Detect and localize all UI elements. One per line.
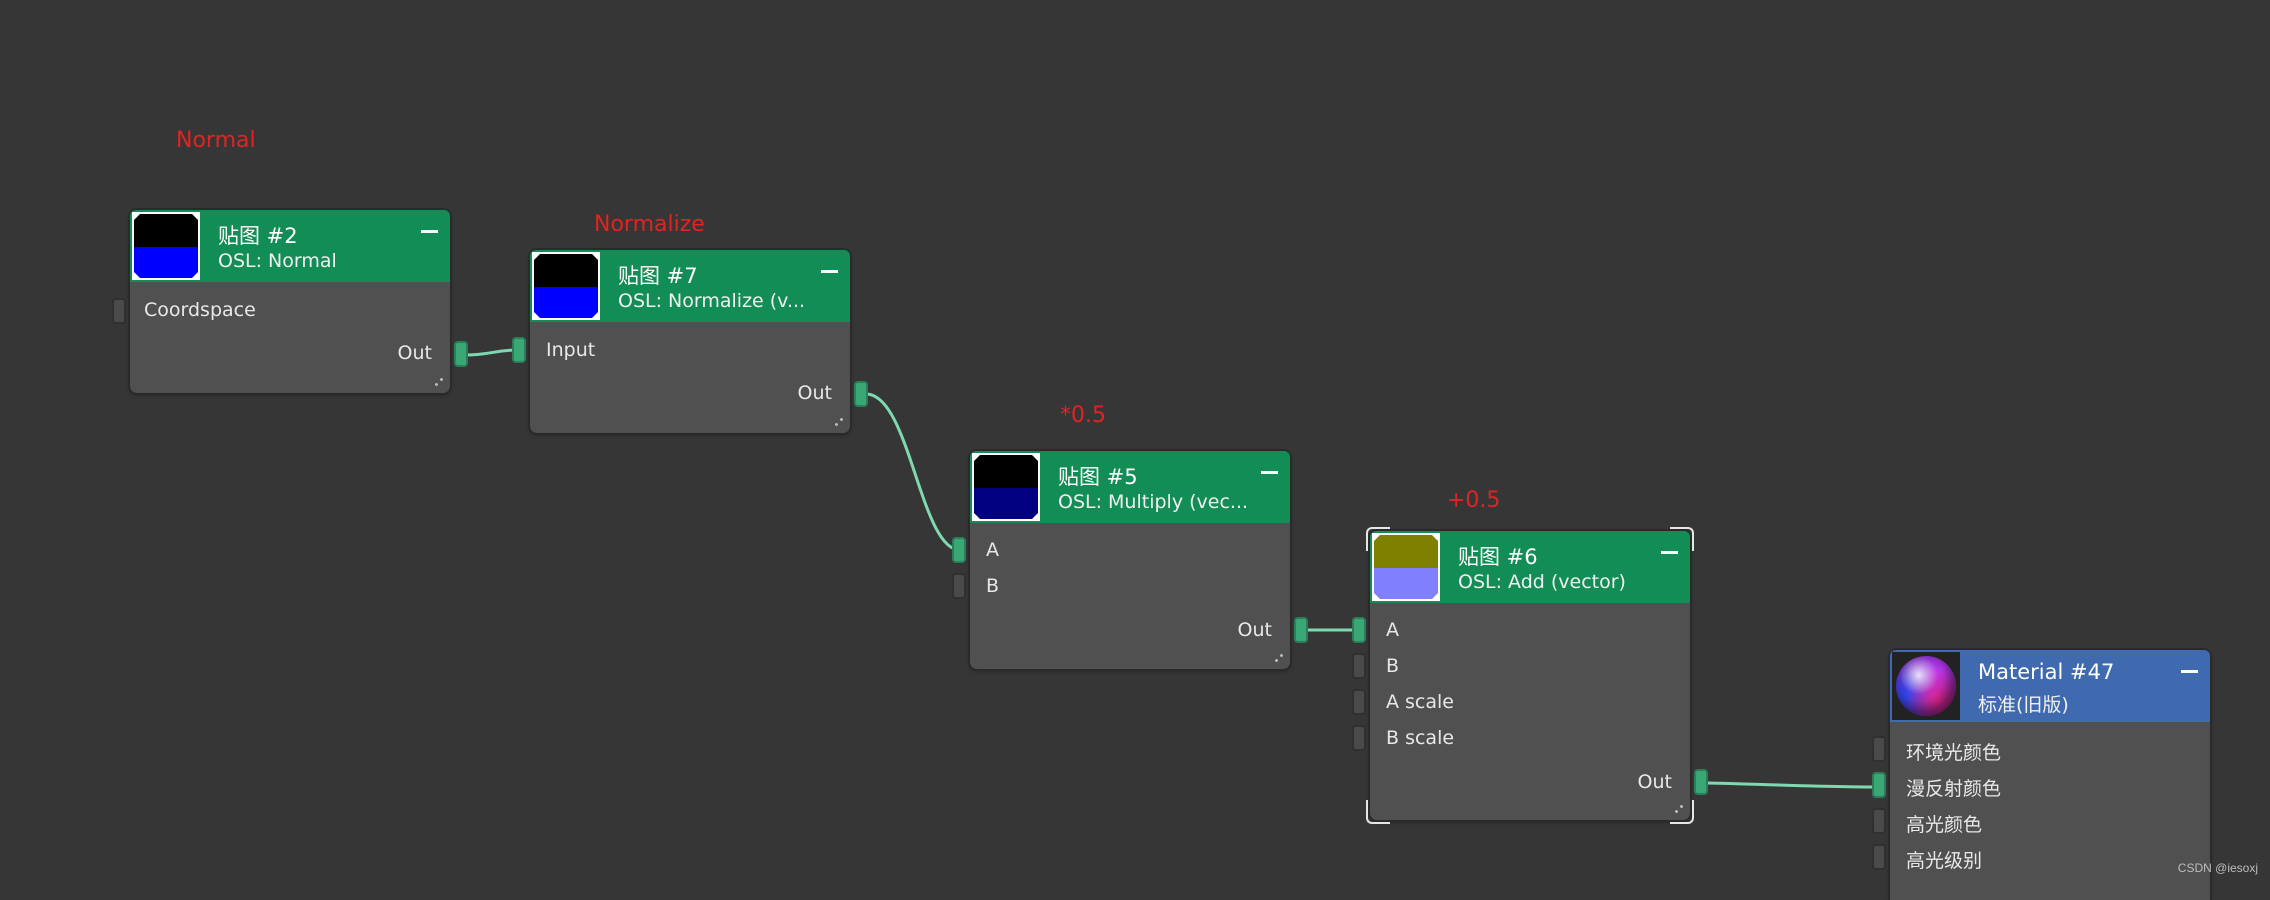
selection-corner — [1670, 800, 1694, 824]
node-map-5[interactable]: 贴图 #5 OSL: Multiply (vec... A B Out — [952, 451, 1308, 669]
wire-map2-to-map7 — [464, 348, 519, 357]
collapse-icon[interactable] — [1261, 471, 1278, 474]
node-header[interactable]: 贴图 #2 OSL: Normal — [130, 210, 450, 282]
output-label-out: Out — [797, 382, 832, 404]
output-port-out[interactable] — [854, 381, 868, 407]
node-subtitle: OSL: Normalize (v... — [618, 290, 806, 312]
node-thumbnail — [972, 453, 1040, 521]
selection-corner — [1366, 800, 1390, 824]
resize-grip-icon[interactable] — [1274, 653, 1284, 663]
input-label-b: B — [986, 575, 1000, 597]
node-title: 贴图 #2 — [218, 224, 298, 248]
input-port-a[interactable] — [1352, 617, 1366, 643]
output-label-out: Out — [1637, 771, 1672, 793]
node-header[interactable]: 贴图 #6 OSL: Add (vector) — [1370, 531, 1690, 603]
input-label-a: A — [986, 539, 999, 561]
input-label-b: B — [1386, 655, 1400, 677]
input-port-ambient-color[interactable] — [1872, 736, 1886, 762]
selection-corner — [1366, 527, 1390, 551]
material-sphere-icon — [1896, 656, 1956, 716]
input-port-b[interactable] — [952, 573, 966, 599]
output-label-out: Out — [1237, 619, 1272, 641]
node-map-6[interactable]: 贴图 #6 OSL: Add (vector) A B A scale B sc… — [1352, 527, 1708, 824]
input-label-input: Input — [546, 339, 596, 361]
node-subtitle: OSL: Normal — [218, 250, 337, 272]
input-label-specular-level: 高光级别 — [1906, 850, 1983, 872]
input-port-a[interactable] — [952, 537, 966, 563]
watermark: CSDN @iesoxj — [2177, 861, 2258, 875]
node-subtitle: OSL: Add (vector) — [1458, 571, 1626, 593]
collapse-icon[interactable] — [421, 230, 438, 233]
output-label-out: Out — [397, 342, 432, 364]
input-label-specular-color: 高光颜色 — [1906, 814, 1983, 836]
node-header[interactable]: Material #47 标准(旧版) — [1890, 650, 2210, 722]
node-header[interactable]: 贴图 #7 OSL: Normalize (v... — [530, 250, 850, 322]
input-port-b-scale[interactable] — [1352, 725, 1366, 751]
selection-corner — [1670, 527, 1694, 551]
collapse-icon[interactable] — [2181, 670, 2198, 673]
input-label-b-scale: B scale — [1386, 727, 1455, 749]
collapse-icon[interactable] — [821, 270, 838, 273]
output-port-out[interactable] — [1294, 617, 1308, 643]
node-header[interactable]: 贴图 #5 OSL: Multiply (vec... — [970, 451, 1290, 523]
node-map-7[interactable]: 贴图 #7 OSL: Normalize (v... Input Out — [512, 250, 868, 433]
input-port-specular-level[interactable] — [1872, 844, 1886, 870]
input-label-diffuse-color: 漫反射颜色 — [1906, 778, 2002, 800]
output-port-out[interactable] — [1694, 769, 1708, 795]
node-title: 贴图 #7 — [618, 264, 698, 288]
wire-map7-to-map5 — [865, 392, 961, 552]
input-label-a: A — [1386, 619, 1399, 641]
input-port-specular-color[interactable] — [1872, 808, 1886, 834]
node-thumbnail — [132, 212, 200, 280]
material-preview-thumbnail — [1892, 652, 1960, 720]
input-label-coordspace: Coordspace — [144, 299, 256, 321]
resize-grip-icon[interactable] — [434, 377, 444, 387]
input-label-ambient-color: 环境光颜色 — [1906, 742, 2002, 764]
input-port-diffuse-color[interactable] — [1872, 772, 1886, 798]
node-title: 贴图 #5 — [1058, 465, 1138, 489]
node-material-47[interactable]: Material #47 标准(旧版) 环境光颜色 漫反射颜色 高光颜色 高光级… — [1872, 650, 2210, 900]
node-title: 贴图 #6 — [1458, 545, 1538, 569]
input-port-input[interactable] — [512, 337, 526, 363]
node-subtitle: 标准(旧版) — [1978, 694, 2069, 716]
input-port-coordspace[interactable] — [112, 298, 126, 324]
input-port-a-scale[interactable] — [1352, 689, 1366, 715]
collapse-icon[interactable] — [1661, 551, 1678, 554]
output-port-out[interactable] — [454, 341, 468, 367]
wire-map6-to-material — [1706, 781, 1881, 789]
input-label-a-scale: A scale — [1386, 691, 1454, 713]
resize-grip-icon[interactable] — [834, 417, 844, 427]
node-thumbnail — [532, 252, 600, 320]
node-map-2[interactable]: 贴图 #2 OSL: Normal Coordspace Out — [112, 210, 468, 393]
node-subtitle: OSL: Multiply (vec... — [1058, 491, 1249, 513]
input-port-b[interactable] — [1352, 653, 1366, 679]
node-title: Material #47 — [1978, 660, 2115, 684]
